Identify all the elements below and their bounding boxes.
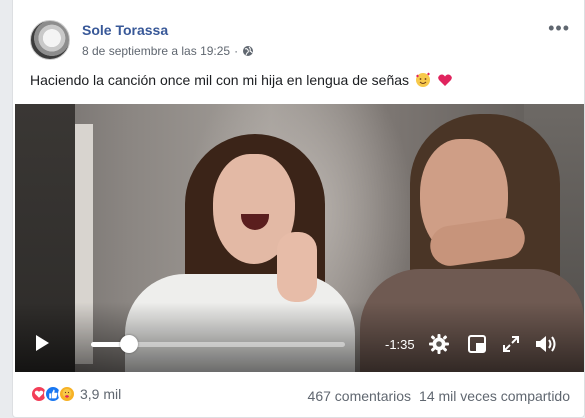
post-card: Sole Torassa 8 de septiembre a las 19:25… xyxy=(12,0,585,418)
video-controls: -1:35 xyxy=(15,320,584,372)
remaining-time: -1:35 xyxy=(385,337,415,352)
care-reaction-icon xyxy=(58,385,76,403)
smiling-face-with-hearts-emoji xyxy=(416,72,431,87)
fullscreen-button[interactable] xyxy=(499,332,523,356)
picture-in-picture-icon xyxy=(468,335,486,353)
comments-count[interactable]: 467 comentarios xyxy=(308,388,412,404)
more-options-button[interactable]: ••• xyxy=(548,18,570,39)
post-timestamp[interactable]: 8 de septiembre a las 19:25 xyxy=(82,44,230,58)
volume-button[interactable] xyxy=(533,332,559,356)
post-text: Haciendo la canción once mil con mi hija… xyxy=(30,72,453,88)
post-body: Haciendo la canción once mil con mi hija… xyxy=(30,72,410,88)
video-player[interactable]: -1:35 xyxy=(15,104,584,372)
engagement-stats: 467 comentarios 14 mil veces compartido xyxy=(308,388,570,404)
author-avatar[interactable] xyxy=(30,20,70,60)
settings-gear-icon xyxy=(429,334,449,354)
video-person-daughter-hand xyxy=(277,232,317,302)
globe-icon[interactable] xyxy=(242,45,254,57)
author-name[interactable]: Sole Torassa xyxy=(82,22,168,38)
fullscreen-icon xyxy=(503,336,519,352)
post-meta: 8 de septiembre a las 19:25 · xyxy=(82,44,254,58)
play-icon xyxy=(36,335,49,351)
settings-button[interactable] xyxy=(427,332,451,356)
play-button[interactable] xyxy=(31,332,53,354)
shares-count[interactable]: 14 mil veces compartido xyxy=(419,388,570,404)
reactions-summary[interactable]: 3,9 mil xyxy=(30,385,121,403)
red-heart-emoji xyxy=(438,74,452,86)
volume-icon xyxy=(536,336,556,352)
progress-scrubber[interactable] xyxy=(120,335,139,353)
reaction-count[interactable]: 3,9 mil xyxy=(80,386,121,402)
picture-in-picture-button[interactable] xyxy=(465,332,489,356)
